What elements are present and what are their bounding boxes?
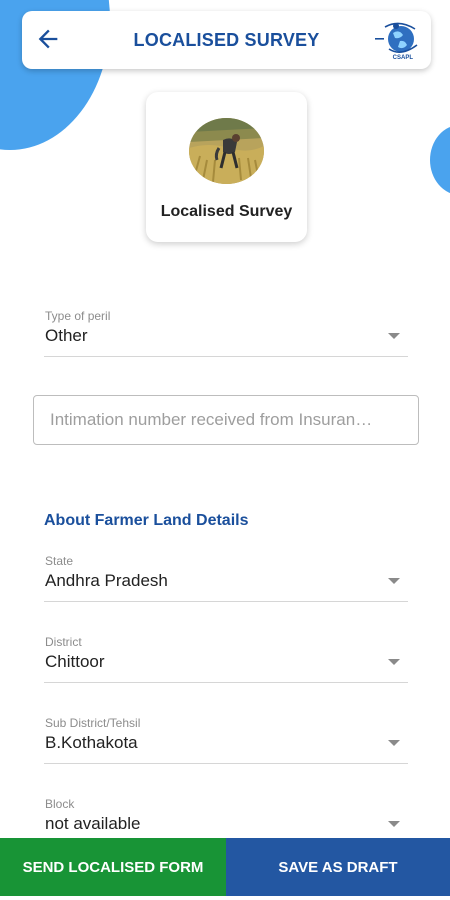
page-title: LOCALISED SURVEY — [133, 29, 320, 50]
dropdown-arrow-icon — [388, 578, 400, 584]
district-dropdown[interactable]: District Chittoor — [44, 635, 408, 683]
dropdown-arrow-icon — [388, 740, 400, 746]
section-title-farmer-land: About Farmer Land Details — [44, 512, 249, 529]
state-value: Andhra Pradesh — [45, 571, 168, 590]
farmer-field-photo — [189, 118, 264, 184]
dropdown-arrow-icon — [388, 333, 400, 339]
peril-value: Other — [45, 326, 88, 345]
field-image — [189, 118, 264, 184]
block-label: Block — [45, 797, 75, 811]
state-dropdown[interactable]: State Andhra Pradesh — [44, 554, 408, 602]
back-button[interactable] — [32, 23, 64, 55]
peril-label: Type of peril — [45, 309, 111, 323]
underline — [44, 682, 408, 683]
subdistrict-label: Sub District/Tehsil — [45, 716, 141, 730]
bottom-action-bar: SEND LOCALISED FORM SAVE AS DRAFT — [0, 838, 450, 896]
dropdown-arrow-icon — [388, 659, 400, 665]
underline — [44, 601, 408, 602]
intimation-number-input[interactable] — [33, 395, 419, 445]
district-value: Chittoor — [45, 652, 105, 671]
app-header: LOCALISED SURVEY CSAPL — [22, 11, 431, 69]
state-label: State — [45, 554, 74, 568]
send-localised-form-button[interactable]: SEND LOCALISED FORM — [0, 838, 226, 896]
decorative-circle-right — [430, 125, 450, 195]
subdistrict-dropdown[interactable]: Sub District/Tehsil B.Kothakota — [44, 716, 408, 764]
underline — [44, 356, 408, 357]
subdistrict-value: B.Kothakota — [45, 733, 138, 752]
logo-text: CSAPL — [392, 55, 413, 61]
underline — [44, 763, 408, 764]
survey-type-card[interactable]: Localised Survey — [146, 92, 307, 242]
save-as-draft-button[interactable]: SAVE AS DRAFT — [226, 838, 450, 896]
arrow-left-icon — [38, 29, 58, 49]
dropdown-arrow-icon — [388, 821, 400, 827]
district-label: District — [45, 635, 82, 649]
block-value: not available — [45, 814, 141, 833]
peril-dropdown[interactable]: Type of peril Other — [44, 309, 408, 357]
survey-card-label: Localised Survey — [160, 203, 293, 220]
screen: LOCALISED SURVEY CSAPL Localised Survey … — [0, 0, 450, 900]
